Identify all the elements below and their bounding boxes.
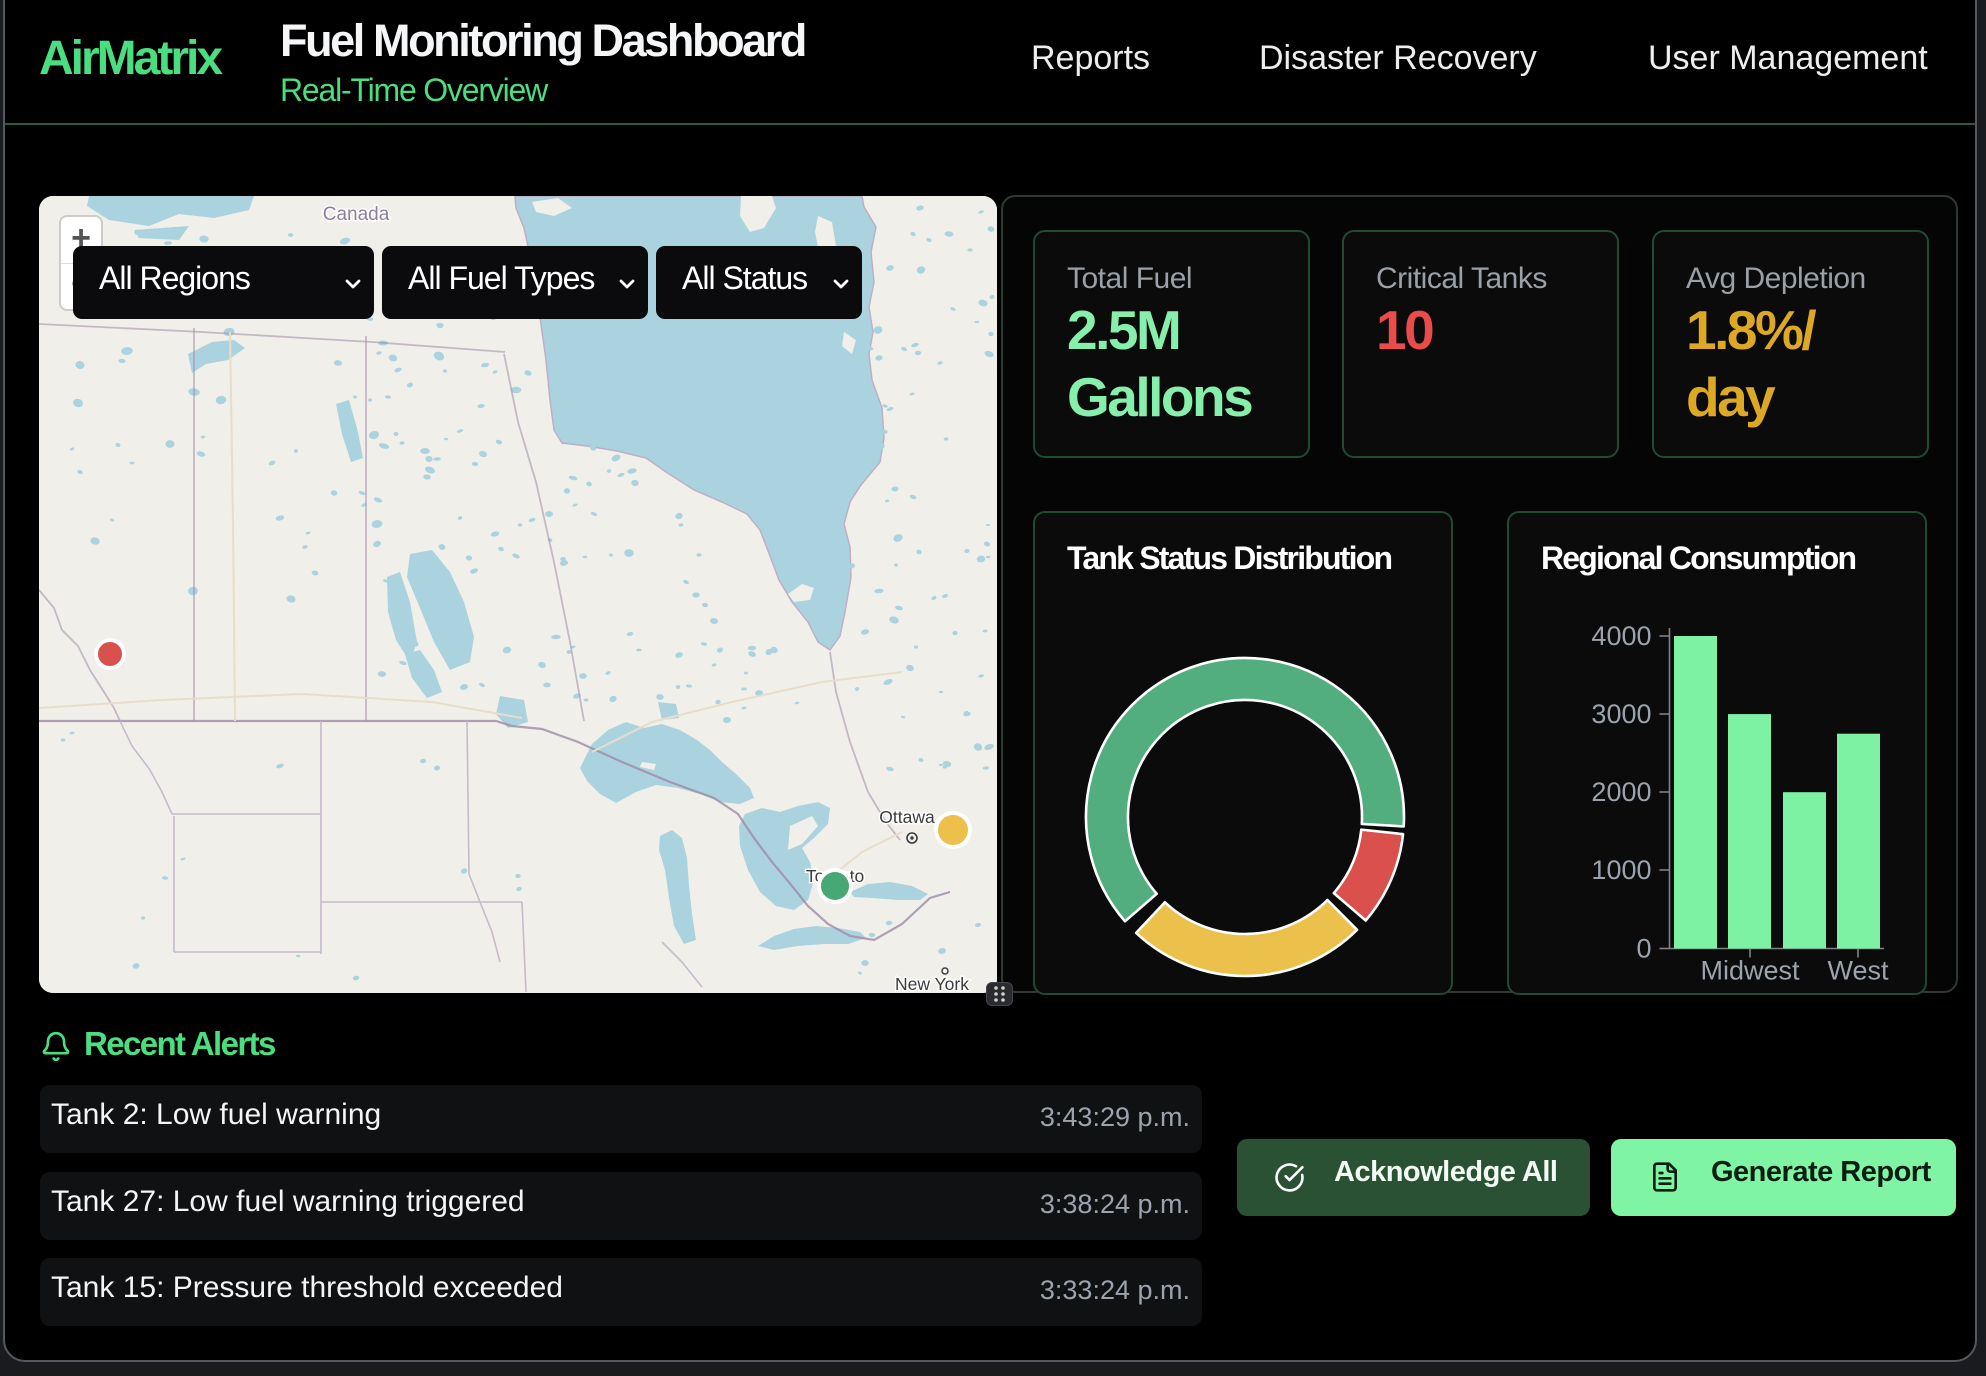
- svg-text:2000: 2000: [1591, 777, 1651, 807]
- svg-text:3000: 3000: [1591, 699, 1651, 729]
- svg-text:4000: 4000: [1591, 621, 1651, 651]
- svg-text:West: West: [1827, 956, 1889, 986]
- svg-text:Canada: Canada: [323, 204, 390, 225]
- svg-text:Ottawa: Ottawa: [879, 807, 935, 827]
- svg-text:0: 0: [1636, 934, 1651, 964]
- svg-text:Midwest: Midwest: [1700, 956, 1800, 986]
- svg-text:1000: 1000: [1591, 855, 1651, 885]
- svg-text:New York: New York: [895, 974, 969, 993]
